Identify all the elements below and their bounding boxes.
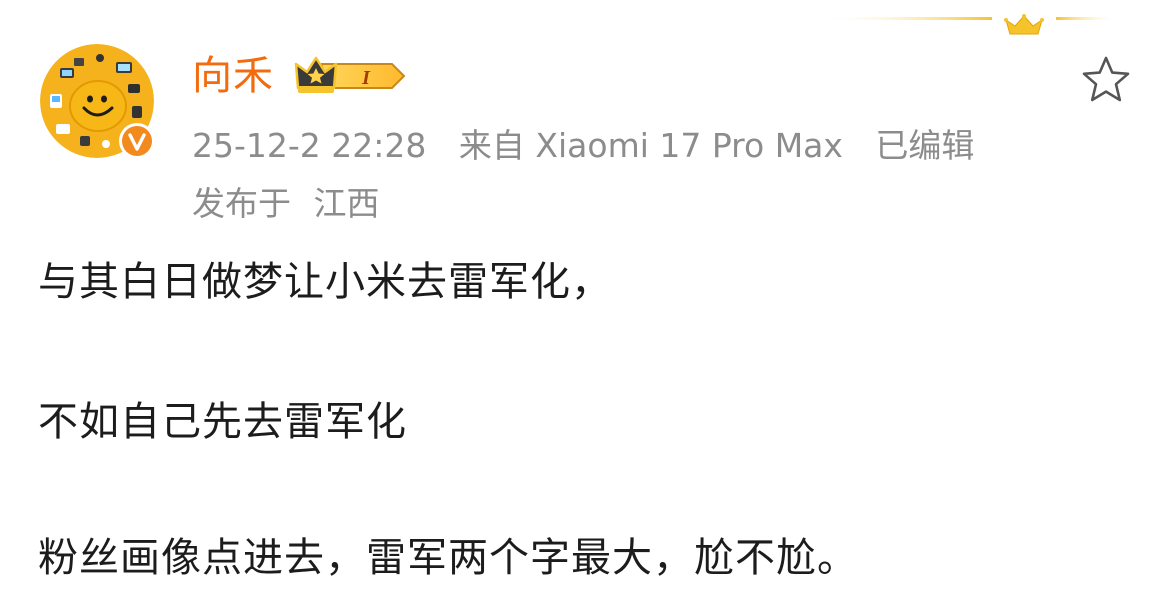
post-text-line: 与其白日做梦让小米去雷军化， [38,259,612,305]
header-decoration [820,14,1120,35]
vip-level-label: I [361,67,371,89]
post-source: 来自 Xiaomi 17 Pro Max [458,126,843,165]
author-name[interactable]: 向禾 [192,50,274,102]
favorite-star-icon[interactable] [1080,54,1132,106]
verified-badge-icon [119,123,155,159]
post-text-line: 粉丝画像点进去，雷军两个字最大，尬不尬。 [38,535,858,581]
post-meta: 25-12-2 22:28 来自 Xiaomi 17 Pro Max 已编辑 [192,124,974,168]
post-header: 向禾 I 25-12-2 22:28 来自 Xiaomi 17 Pro Max … [40,44,1140,234]
post-edited-label[interactable]: 已编辑 [875,126,974,165]
vip-crown-badge-icon[interactable]: I [294,54,410,98]
location-prefix: 发布于 [192,184,291,223]
post-location: 发布于 江西 [192,182,392,226]
gold-crown-icon [1004,14,1044,35]
post-text-line: 不如自己先去雷军化 [38,399,407,445]
post-timestamp: 25-12-2 22:28 [192,126,427,165]
location-value: 江西 [313,184,380,223]
avatar-container[interactable] [40,44,156,160]
